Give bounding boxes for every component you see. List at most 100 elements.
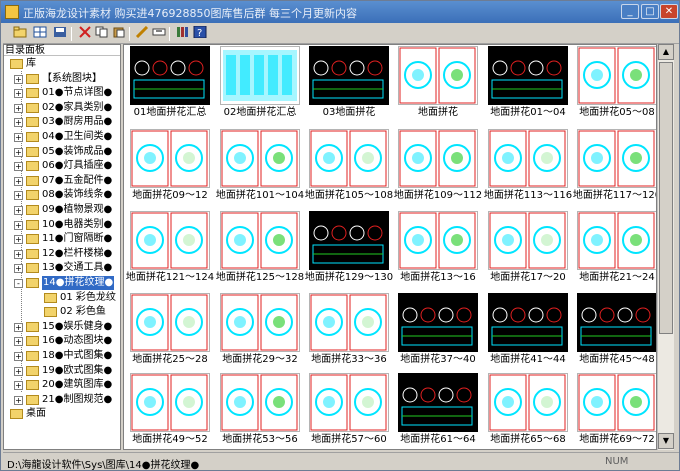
expand-icon[interactable]: + (14, 103, 23, 113)
thumbnail-preview[interactable] (398, 293, 478, 352)
thumbnail-preview[interactable] (130, 373, 210, 432)
vertical-scrollbar[interactable]: ▲ ▼ (657, 44, 674, 450)
maximize-button[interactable]: □ (641, 4, 659, 19)
expand-icon[interactable]: + (14, 264, 23, 274)
thumbnail-preview[interactable] (220, 46, 300, 105)
tree-item[interactable]: +11●门窗隔断● (4, 232, 120, 246)
tree-item[interactable]: 01 彩色龙纹 (4, 291, 120, 305)
title-bar[interactable]: 正版海龙设计素材 购买进476928850图库售后群 每三个月更新内容 _ □ … (1, 1, 679, 23)
help-icon[interactable]: ? (191, 25, 208, 42)
thumbnail-preview[interactable] (398, 46, 478, 105)
thumbnail-preview[interactable] (130, 211, 210, 270)
tree-item[interactable]: +16●动态图块● (4, 334, 120, 348)
copy-icon[interactable] (93, 26, 110, 42)
paste-icon[interactable] (110, 26, 127, 42)
thumbnail-preview[interactable] (220, 211, 300, 270)
expand-icon[interactable]: + (14, 366, 23, 376)
expand-icon[interactable]: + (14, 395, 23, 405)
tree-root-library[interactable]: 库 (4, 57, 120, 71)
collapse-icon[interactable]: - (14, 279, 23, 288)
tree-item[interactable]: +02●家具类别● (4, 101, 120, 115)
expand-icon[interactable]: + (14, 74, 23, 84)
thumbnail-preview[interactable] (130, 46, 210, 105)
thumbnail-preview[interactable] (488, 211, 568, 270)
tree-item-label: 01 彩色龙纹 (60, 291, 116, 303)
thumbnail-preview[interactable] (577, 129, 656, 188)
thumbnail-preview[interactable] (309, 129, 389, 188)
thumbnail-preview[interactable] (488, 373, 568, 432)
directory-panel[interactable]: 目录面板 库 + 【系统图块】 +01●节点详图● +02●家具类别● +03●厨房用品●… (3, 44, 121, 450)
thumbnail-preview[interactable] (577, 46, 656, 105)
thumbnail-preview[interactable] (577, 293, 656, 352)
expand-icon[interactable]: + (14, 235, 23, 245)
expand-icon[interactable]: + (14, 337, 23, 347)
scroll-down-icon[interactable]: ▼ (658, 433, 674, 449)
thumbnail-preview[interactable] (398, 373, 478, 432)
tree-item[interactable]: +03●厨房用品● (4, 115, 120, 129)
minimize-button[interactable]: _ (621, 4, 639, 19)
thumbnail-preview[interactable] (130, 293, 210, 352)
tree-item[interactable]: +10●电器类别● (4, 218, 120, 232)
expand-icon[interactable]: + (14, 352, 23, 361)
tree-item[interactable]: +15●娱乐健身● (4, 320, 120, 334)
tree-item[interactable]: +09●植物景观● (4, 203, 120, 217)
tree-item[interactable]: +13●交通工具● (4, 261, 120, 275)
expand-icon[interactable]: + (14, 220, 23, 230)
tree-item[interactable]: +04●卫生间类● (4, 130, 120, 144)
edit-icon[interactable] (133, 25, 150, 42)
thumbnail-preview[interactable] (488, 129, 568, 188)
tree-item[interactable]: +06●灯具插座● (4, 159, 120, 173)
tree-item-desktop[interactable]: 桌面 (4, 407, 120, 421)
tree-item[interactable]: +05●装饰成品● (4, 145, 120, 159)
expand-icon[interactable]: + (14, 162, 23, 172)
save-icon[interactable] (51, 26, 68, 42)
thumbnail-preview[interactable] (488, 46, 568, 105)
thumbnail-preview[interactable] (309, 211, 389, 270)
thumbnail-preview[interactable] (309, 373, 389, 432)
expand-icon[interactable]: + (14, 89, 23, 99)
scrollbar-thumb[interactable] (659, 62, 673, 334)
tree-item[interactable]: 02 彩色鱼 (4, 305, 120, 319)
thumbnail-caption: 地面拼花129～130 (304, 272, 394, 283)
tree-item-label: 04●卫生间类● (42, 131, 113, 142)
expand-icon[interactable]: + (14, 381, 23, 391)
expand-icon[interactable]: + (14, 176, 23, 186)
thumbnail-preview[interactable] (309, 46, 389, 105)
expand-icon[interactable]: + (14, 322, 23, 332)
thumbnail-preview[interactable] (309, 293, 389, 352)
thumbnail-preview[interactable] (220, 373, 300, 432)
tree-item[interactable]: +07●五金配件● (4, 174, 120, 188)
tree-item[interactable]: +08●装饰线条● (4, 188, 120, 202)
tree-item[interactable]: - 14●拼花纹理● (4, 276, 120, 290)
folder-icon (26, 394, 39, 405)
expand-icon[interactable]: + (14, 133, 23, 142)
tree-item[interactable]: +21●制图规范● (4, 393, 120, 407)
library-icon[interactable] (173, 26, 190, 42)
rename-icon[interactable] (150, 26, 167, 42)
open-icon[interactable] (11, 26, 28, 42)
thumbnail-preview[interactable] (398, 211, 478, 270)
thumbnail-preview[interactable] (398, 129, 478, 188)
thumbnail-preview[interactable] (577, 373, 656, 432)
tree-item[interactable]: +19●欧式图集● (4, 364, 120, 378)
thumbnail-preview[interactable] (220, 293, 300, 352)
delete-icon[interactable] (76, 26, 93, 42)
tree-item[interactable]: +20●建筑图库● (4, 378, 120, 392)
thumbnail-preview[interactable] (220, 129, 300, 188)
expand-icon[interactable]: + (14, 249, 23, 259)
expand-icon[interactable]: + (14, 147, 23, 157)
close-button[interactable]: ✕ (660, 4, 678, 19)
tree-item[interactable]: +12●栏杆楼梯● (4, 247, 120, 261)
thumbnail-preview[interactable] (488, 293, 568, 352)
thumbnail-grid[interactable]: 01地面拼花汇总 02地面拼花汇总 03地面拼花 地面拼花 地面拼花01～04 地面拼花0… (123, 44, 657, 450)
scroll-up-icon[interactable]: ▲ (658, 44, 674, 60)
tree-item[interactable]: +01●节点详图● (4, 86, 120, 100)
thumbnail-preview[interactable] (577, 211, 656, 270)
expand-icon[interactable]: + (14, 118, 23, 128)
expand-icon[interactable]: + (14, 206, 23, 215)
thumbnail-preview[interactable] (130, 129, 210, 188)
grid-view-icon[interactable] (31, 26, 48, 42)
expand-icon[interactable]: + (14, 191, 23, 201)
tree-item[interactable]: + 【系统图块】 (4, 72, 120, 86)
tree-item[interactable]: +18●中式图集● (4, 349, 120, 363)
